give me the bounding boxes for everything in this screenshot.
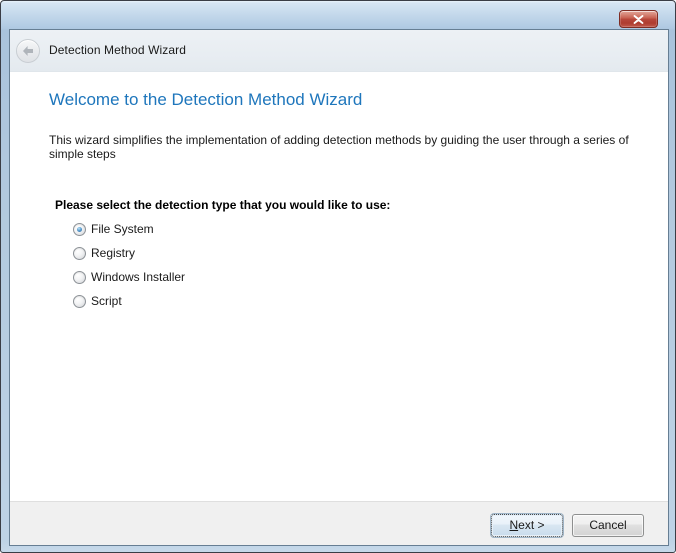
back-arrow-icon	[21, 45, 35, 57]
wizard-footer: Next > Cancel	[10, 501, 668, 545]
radio-button-icon[interactable]	[73, 295, 86, 308]
next-button[interactable]: Next >	[491, 514, 563, 537]
radio-option-label[interactable]: File System	[91, 222, 154, 236]
back-button[interactable]	[16, 39, 40, 63]
radio-option-script[interactable]: Script	[73, 294, 185, 308]
detection-type-prompt: Please select the detection type that yo…	[55, 198, 390, 212]
radio-option-label[interactable]: Script	[91, 294, 122, 308]
radio-option-registry[interactable]: Registry	[73, 246, 185, 260]
cancel-button[interactable]: Cancel	[572, 514, 644, 537]
wizard-client-area: Detection Method Wizard Welcome to the D…	[9, 29, 669, 546]
radio-button-icon[interactable]	[73, 247, 86, 260]
wizard-description: This wizard simplifies the implementatio…	[49, 133, 649, 161]
detection-type-radio-group: File System Registry Windows Installer S…	[73, 222, 185, 318]
next-button-accesskey: N	[509, 518, 518, 532]
close-icon	[633, 15, 644, 24]
wizard-nav-header: Detection Method Wizard	[10, 30, 668, 72]
welcome-heading: Welcome to the Detection Method Wizard	[49, 90, 362, 110]
radio-option-windows-installer[interactable]: Windows Installer	[73, 270, 185, 284]
wizard-window: Detection Method Wizard Welcome to the D…	[0, 0, 676, 553]
radio-button-icon[interactable]	[73, 223, 86, 236]
radio-button-icon[interactable]	[73, 271, 86, 284]
radio-option-file-system[interactable]: File System	[73, 222, 185, 236]
radio-option-label[interactable]: Registry	[91, 246, 135, 260]
wizard-title: Detection Method Wizard	[49, 43, 186, 57]
radio-option-label[interactable]: Windows Installer	[91, 270, 185, 284]
wizard-content: Welcome to the Detection Method Wizard T…	[10, 72, 668, 501]
close-button[interactable]	[619, 10, 658, 28]
next-button-label-rest: ext >	[518, 518, 544, 532]
